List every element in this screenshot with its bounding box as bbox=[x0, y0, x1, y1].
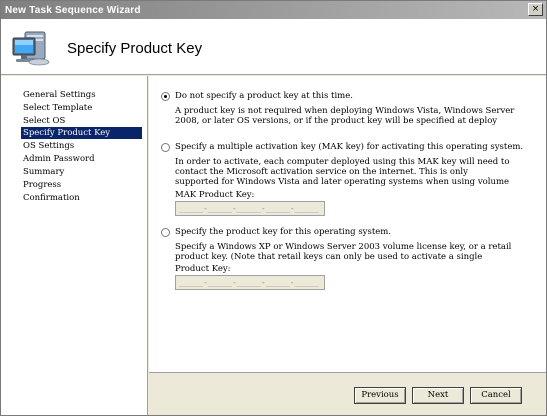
product-key-input[interactable]: _____-_____-_____-_____-_____ bbox=[175, 275, 325, 290]
mak-key-desc-line-3: supported for Windows Vista and later op… bbox=[175, 177, 510, 187]
sidebar-item-progress: Progress bbox=[23, 180, 62, 190]
mak-key-radio[interactable] bbox=[161, 143, 170, 152]
mak-product-key-input[interactable]: _____-_____-_____-_____-_____ bbox=[175, 201, 325, 216]
sidebar-item-summary: Summary bbox=[23, 167, 65, 177]
next-button[interactable]: Next bbox=[412, 387, 464, 404]
close-button[interactable]: × bbox=[528, 3, 543, 16]
mak-key-desc-line-2: contact the Microsoft activation service… bbox=[175, 167, 468, 177]
sidebar-item-select-template: Select Template bbox=[23, 103, 93, 113]
cancel-button[interactable]: Cancel bbox=[470, 387, 522, 404]
sidebar-item-admin-password: Admin Password bbox=[23, 154, 95, 164]
product-key-radio[interactable] bbox=[161, 228, 170, 237]
sidebar-item-specify-product-key: Specify Product Key bbox=[21, 127, 142, 139]
wizard-window: New Task Sequence Wizard × Specify Produ… bbox=[0, 0, 547, 416]
no-product-key-desc-line-1: A product key is not required when deplo… bbox=[175, 106, 515, 116]
no-product-key-radio[interactable] bbox=[161, 92, 170, 101]
no-product-key-label[interactable]: Do not specify a product key at this tim… bbox=[175, 91, 353, 101]
wizard-steps-sidebar: General Settings Select Template Select … bbox=[1, 76, 148, 415]
mak-key-desc-line-1: In order to activate, each computer depl… bbox=[175, 157, 510, 167]
title-bar[interactable]: New Task Sequence Wizard × bbox=[1, 1, 546, 19]
computer-monitor-icon bbox=[12, 31, 50, 66]
sidebar-item-confirmation: Confirmation bbox=[23, 193, 80, 203]
product-key-desc-line-1: Specify a Windows XP or Windows Server 2… bbox=[175, 242, 512, 252]
sidebar-item-os-settings: OS Settings bbox=[23, 141, 75, 151]
wizard-content: Do not specify a product key at this tim… bbox=[149, 76, 546, 373]
sidebar-item-general-settings: General Settings bbox=[23, 90, 96, 100]
no-product-key-desc-line-2: 2008, or later OS versions, or if the pr… bbox=[175, 116, 498, 126]
wizard-header: Specify Product Key bbox=[1, 19, 546, 75]
mak-key-label[interactable]: Specify a multiple activation key (MAK k… bbox=[175, 142, 523, 152]
mak-product-key-label: MAK Product Key: bbox=[175, 190, 255, 200]
product-key-label[interactable]: Specify the product key for this operati… bbox=[175, 227, 391, 237]
wizard-footer: Previous Next Cancel bbox=[149, 374, 546, 415]
sidebar-item-select-os: Select OS bbox=[23, 116, 66, 126]
previous-button[interactable]: Previous bbox=[354, 387, 406, 404]
product-key-field-label: Product Key: bbox=[175, 264, 231, 274]
close-icon: × bbox=[531, 4, 540, 14]
window-title: New Task Sequence Wizard bbox=[5, 4, 141, 16]
product-key-desc-line-2: product key. (Note that retail keys can … bbox=[175, 252, 483, 262]
page-title: Specify Product Key bbox=[67, 40, 203, 57]
